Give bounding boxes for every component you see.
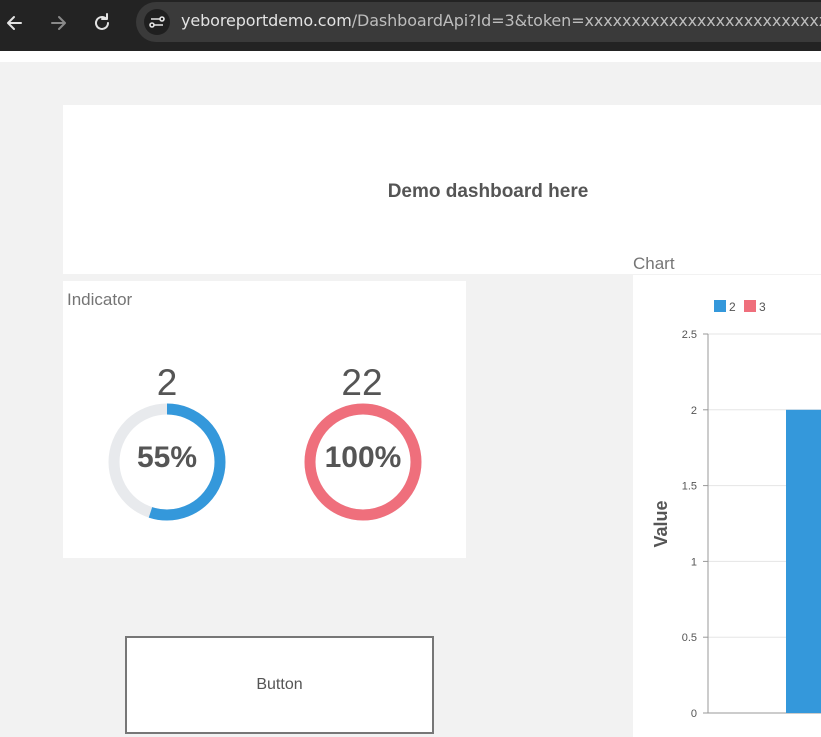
bar-2 <box>786 409 821 713</box>
y-tick-label: 0 <box>691 708 697 720</box>
site-info-button[interactable] <box>144 9 170 35</box>
arrow-right-icon <box>51 16 66 30</box>
url-text[interactable]: yeboreportdemo.com/DashboardApi?Id=3&tok… <box>181 11 821 30</box>
demo-button[interactable]: Button <box>125 636 434 734</box>
tune-icon <box>149 16 165 28</box>
browser-toolbar: yeboreportdemo.com/DashboardApi?Id=3&tok… <box>0 0 821 51</box>
legend-swatch <box>714 300 726 312</box>
y-tick-label: 2 <box>691 405 697 417</box>
address-bar[interactable]: yeboreportdemo.com/DashboardApi?Id=3&tok… <box>136 2 821 42</box>
arrow-left-icon <box>7 16 22 30</box>
dashboard-title-panel: Demo dashboard here <box>63 105 821 274</box>
y-tick-label: 1.5 <box>682 481 697 493</box>
y-tick-label: 0.5 <box>682 632 697 644</box>
back-button[interactable] <box>2 10 28 36</box>
gauge-percent-label: 55% <box>136 441 198 474</box>
reload-button[interactable] <box>89 10 115 36</box>
y-axis-label: Value <box>651 500 671 547</box>
indicator-value-1: 2 <box>156 362 178 403</box>
bar-chart: 2 3 0 0.5 1 1.5 2 2.5 Value <box>651 300 821 720</box>
indicator-panel: Indicator 2 55% 22 100% <box>63 281 466 558</box>
indicator-gauge-2: 100% <box>304 403 422 521</box>
y-tick-label: 1 <box>691 556 697 568</box>
legend-swatch <box>744 300 756 312</box>
dashboard-title: Demo dashboard here <box>387 181 589 202</box>
legend-label: 3 <box>759 300 766 314</box>
forward-button[interactable] <box>45 10 71 36</box>
indicator-gauge-1: 55% <box>108 403 226 521</box>
url-host: yeboreportdemo.com <box>181 11 352 30</box>
chart-panel: 2 3 0 0.5 1 1.5 2 2.5 Value <box>633 275 821 737</box>
chart-title: Chart <box>633 254 675 273</box>
page-top-strip <box>0 51 821 62</box>
url-path: /DashboardApi?Id=3&token=xxxxxxxxxxxxxxx… <box>351 11 821 30</box>
indicator-label: Indicator <box>67 290 133 309</box>
indicator-value-2: 22 <box>341 362 383 403</box>
legend-label: 2 <box>729 300 736 314</box>
gauge-percent-label: 100% <box>324 441 402 474</box>
y-tick-label: 2.5 <box>682 329 697 341</box>
reload-icon <box>95 13 109 30</box>
